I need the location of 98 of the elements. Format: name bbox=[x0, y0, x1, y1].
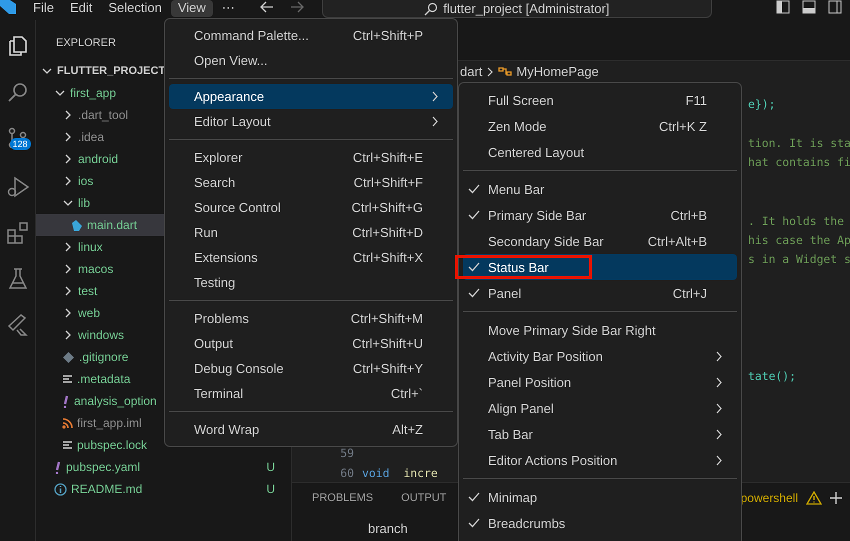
menu-item[interactable]: Output Ctrl+Shift+U bbox=[169, 331, 453, 356]
file-name: lib bbox=[78, 196, 90, 210]
file-name: macos bbox=[78, 262, 114, 276]
file-name: first_app.iml bbox=[77, 416, 142, 430]
menu-item[interactable]: Explorer Ctrl+Shift+E bbox=[169, 145, 453, 170]
menu-item[interactable]: Activity Bar Position bbox=[463, 343, 737, 369]
menu-item[interactable]: Primary Side Bar Ctrl+B bbox=[463, 202, 737, 228]
file-name: .metadata bbox=[77, 372, 130, 386]
menu-item[interactable]: Selection bbox=[101, 0, 169, 17]
menu-item[interactable]: Debug Console Ctrl+Shift+Y bbox=[169, 356, 453, 381]
secondary-sidebar-layout-icon[interactable] bbox=[828, 0, 842, 14]
file-name: ios bbox=[78, 174, 94, 188]
warning-icon bbox=[806, 491, 822, 506]
line-number: 60 bbox=[340, 466, 354, 480]
file-name: analysis_option bbox=[74, 394, 157, 408]
menu-item[interactable]: File bbox=[26, 0, 61, 17]
code-text: e}); bbox=[748, 97, 776, 112]
lines-icon bbox=[62, 374, 73, 384]
sidebar-title: EXPLORER bbox=[56, 36, 116, 51]
file-name: pubspec.lock bbox=[77, 438, 148, 452]
git-status: U bbox=[266, 482, 275, 496]
breadcrumb[interactable]: MyHomePage bbox=[516, 64, 599, 80]
code-text: hat contains fi bbox=[748, 155, 850, 170]
menu-item[interactable]: ⋯ bbox=[214, 0, 242, 17]
menu-item[interactable]: Minimap bbox=[463, 484, 737, 510]
menu-item[interactable]: Word Wrap Alt+Z bbox=[169, 417, 453, 442]
file-name: windows bbox=[78, 328, 124, 342]
git-status: U bbox=[266, 460, 275, 474]
menu-item[interactable]: Extensions Ctrl+Shift+X bbox=[169, 245, 453, 270]
search-icon[interactable] bbox=[6, 80, 30, 104]
panel-layout-icon[interactable] bbox=[802, 0, 816, 14]
code-text: . It holds the bbox=[748, 214, 844, 228]
code-text: s in a Widget s bbox=[748, 252, 850, 266]
menu-item[interactable]: Full Screen F11 bbox=[463, 87, 737, 113]
file-name: README.md bbox=[71, 482, 142, 496]
code-text: tion. It is sta bbox=[748, 136, 850, 150]
file-name: .dart_tool bbox=[78, 108, 128, 122]
menu-item[interactable]: Command Palette... Ctrl+Shift+P bbox=[169, 23, 453, 48]
menu-item[interactable]: Centered Layout bbox=[463, 139, 737, 165]
file-name: web bbox=[78, 306, 100, 320]
breadcrumb[interactable]: dart bbox=[460, 64, 482, 80]
run-debug-icon[interactable] bbox=[6, 175, 30, 199]
file-name: linux bbox=[78, 240, 103, 254]
search-field[interactable]: flutter_project [Administrator] bbox=[322, 0, 712, 18]
extensions-icon[interactable] bbox=[6, 221, 30, 245]
file-name: pubspec.yaml bbox=[66, 460, 140, 474]
menu-item[interactable]: Breadcrumbs bbox=[463, 510, 737, 536]
line-number: 59 bbox=[340, 446, 354, 460]
file-name: .gitignore bbox=[79, 350, 128, 364]
file-name: first_app bbox=[70, 86, 116, 100]
chevron-icon bbox=[486, 66, 494, 77]
menu-item[interactable]: Zen Mode Ctrl+K Z bbox=[463, 113, 737, 139]
panel-tab[interactable]: OUTPUT bbox=[401, 492, 446, 504]
forward-arrow-icon[interactable] bbox=[290, 1, 304, 13]
panel-tab[interactable]: PROBLEMS bbox=[312, 492, 374, 504]
diamond-icon bbox=[62, 350, 75, 364]
plus-icon[interactable] bbox=[830, 492, 842, 504]
menu-item[interactable]: Secondary Side Bar Ctrl+Alt+B bbox=[463, 228, 737, 254]
menu-item[interactable]: Tab Bar bbox=[463, 421, 737, 447]
menu-item[interactable]: Panel Position bbox=[463, 369, 737, 395]
menu-item[interactable]: Testing bbox=[169, 270, 453, 295]
terminal-text: branch bbox=[368, 521, 408, 536]
class-icon bbox=[498, 65, 512, 78]
lines-icon bbox=[62, 440, 73, 450]
code-text: his case the Ap bbox=[748, 233, 850, 247]
terminal-name[interactable]: powershell bbox=[740, 491, 798, 506]
menu-item[interactable]: Editor Layout bbox=[169, 109, 453, 134]
code-text: tate(); bbox=[748, 368, 796, 383]
tree-item[interactable]: README.md U bbox=[36, 478, 291, 500]
menu-item[interactable]: Open View... bbox=[169, 48, 453, 73]
file-name: main.dart bbox=[87, 218, 138, 232]
menu-item[interactable]: View bbox=[170, 0, 213, 17]
count-badge: 128 bbox=[10, 138, 31, 150]
code-text: incre bbox=[403, 466, 438, 480]
tree-item[interactable]: pubspec.yaml U bbox=[36, 456, 291, 478]
exclamation-icon bbox=[62, 394, 70, 408]
rss-icon bbox=[62, 418, 73, 428]
info-icon bbox=[54, 482, 67, 496]
back-arrow-icon[interactable] bbox=[260, 1, 274, 13]
menu-item[interactable]: Problems Ctrl+Shift+M bbox=[169, 306, 453, 331]
exclamation-icon bbox=[54, 460, 62, 474]
menu-item[interactable]: Menu Bar bbox=[463, 176, 737, 202]
menu-item[interactable]: Align Panel bbox=[463, 395, 737, 421]
menu-item[interactable]: Move Primary Side Bar Right bbox=[463, 317, 737, 343]
menu-item[interactable]: Search Ctrl+Shift+F bbox=[169, 170, 453, 195]
menu-item[interactable]: Terminal Ctrl+` bbox=[169, 381, 453, 406]
menu-item[interactable]: Panel Ctrl+J bbox=[463, 280, 737, 306]
app-logo-icon bbox=[0, 0, 16, 14]
file-name: android bbox=[78, 152, 118, 166]
file-name: test bbox=[78, 284, 98, 298]
search-icon bbox=[424, 2, 438, 16]
file-name: FLUTTER_PROJECT bbox=[57, 65, 166, 77]
sidebar-layout-icon[interactable] bbox=[776, 0, 790, 14]
menu-item[interactable]: Appearance bbox=[169, 84, 453, 109]
menu-item[interactable]: Edit bbox=[62, 0, 100, 17]
code-keyword: void bbox=[362, 466, 390, 480]
menu-item[interactable]: Editor Actions Position bbox=[463, 447, 737, 473]
file-name: .idea bbox=[78, 130, 104, 144]
